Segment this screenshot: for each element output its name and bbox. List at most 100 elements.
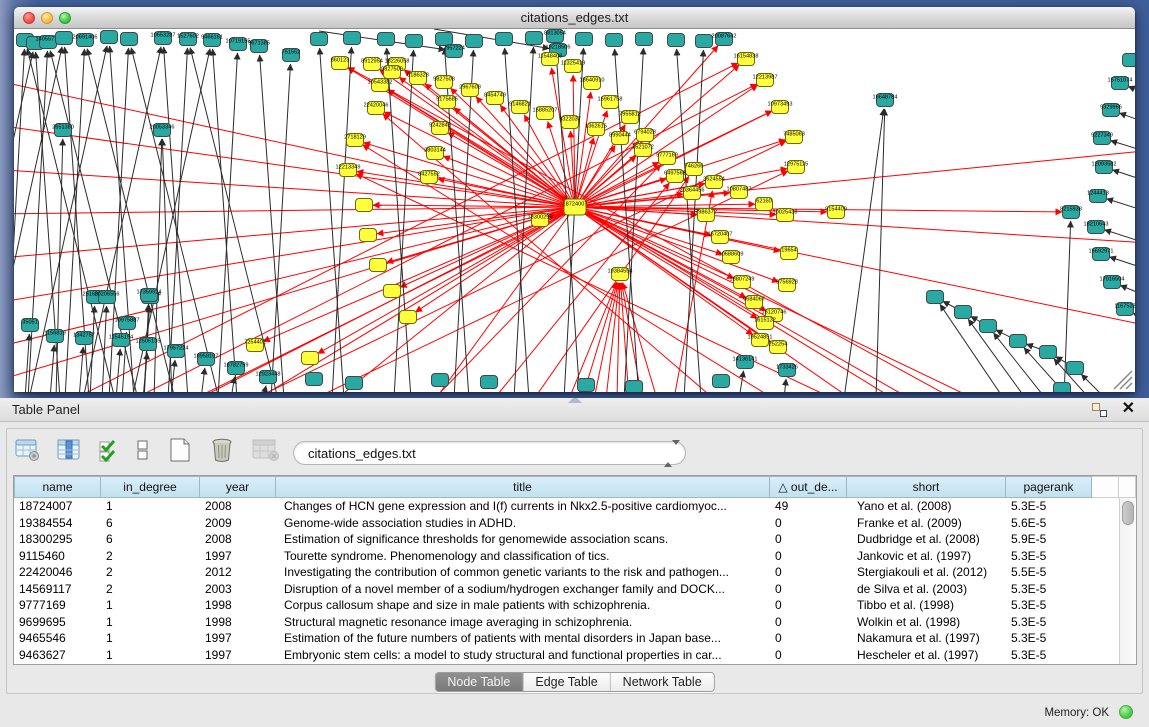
graph-node[interactable]: 1167533 — [1114, 303, 1135, 316]
graph-node[interactable]: 19654 — [781, 247, 798, 260]
show-columns-icon[interactable] — [57, 438, 81, 462]
table-cell[interactable]: Franke et al. (2009) — [847, 515, 1006, 532]
graph-node[interactable]: 9777169 — [656, 152, 678, 165]
graph-node[interactable]: 860123 — [331, 57, 350, 70]
graph-node[interactable]: 8215938 — [1060, 206, 1082, 219]
table-cell[interactable]: 2 — [101, 548, 200, 565]
graph-node[interactable]: 10973493 — [768, 101, 793, 114]
graph-node[interactable]: 9175685 — [436, 96, 458, 109]
import-table-icon[interactable] — [252, 438, 280, 462]
table-mode-icon[interactable] — [15, 438, 41, 462]
window-titlebar[interactable]: citations_edges.txt — [14, 7, 1135, 29]
table-cell[interactable]: 0 — [770, 548, 847, 565]
table-row[interactable]: 911546021997Tourette syndrome. Phenomeno… — [14, 548, 1119, 565]
table-cell[interactable]: Tibbo et al. (1998) — [847, 597, 1006, 614]
table-vertical-scrollbar[interactable] — [1119, 498, 1136, 664]
table-cell[interactable]: Changes of HCN gene expression and I(f) … — [276, 498, 770, 515]
graph-node[interactable]: 10719155 — [226, 38, 251, 51]
graph-node[interactable] — [346, 377, 363, 390]
graph-node[interactable] — [436, 33, 453, 46]
table-cell[interactable]: Stergiakouli et al. (2012) — [847, 564, 1006, 581]
graph-node[interactable] — [302, 352, 319, 365]
graph-node[interactable] — [1040, 346, 1057, 359]
graph-node[interactable]: 9154409 — [825, 206, 847, 219]
table-cell[interactable]: 49 — [770, 498, 847, 515]
close-panel-icon[interactable]: ✕ — [1122, 400, 1135, 418]
graph-node[interactable]: 1244413 — [1087, 190, 1109, 203]
graph-node[interactable]: 7957224 — [443, 45, 465, 58]
table-cell[interactable]: Estimation of the future numbers of pati… — [276, 630, 770, 647]
graph-node[interactable]: 17359924 — [137, 289, 162, 302]
graph-node[interactable]: 12093582 — [1092, 161, 1117, 174]
graph-node[interactable] — [101, 31, 118, 44]
table-cell[interactable]: 0 — [770, 647, 847, 664]
table-row[interactable]: 1830029562008Estimation of significance … — [14, 531, 1119, 548]
graph-node[interactable] — [606, 34, 623, 47]
graph-node[interactable]: 9146821 — [509, 101, 531, 114]
table-cell[interactable]: 9465546 — [14, 630, 101, 647]
graph-node[interactable]: 1156819 — [44, 330, 65, 343]
graph-node[interactable]: 2718129 — [344, 134, 366, 147]
graph-node[interactable]: 10688609 — [719, 251, 744, 264]
table-panel-header[interactable]: Table Panel ✕ — [0, 398, 1149, 422]
graph-node[interactable] — [696, 35, 713, 48]
table-cell[interactable]: 0 — [770, 581, 847, 598]
table-cell[interactable]: 18300295 — [14, 531, 101, 548]
table-cell[interactable]: 0 — [770, 515, 847, 532]
table-cell[interactable]: Corpus callosum shape and size in male p… — [276, 597, 770, 614]
table-cell[interactable]: Disruption of a novel member of a sodium… — [276, 581, 770, 598]
graph-node[interactable] — [1010, 335, 1027, 348]
graph-node[interactable] — [980, 320, 997, 333]
graph-node[interactable]: 16961758 — [598, 96, 623, 109]
table-cell[interactable]: 1 — [101, 597, 200, 614]
table-cell[interactable]: 1 — [101, 498, 200, 515]
graph-node[interactable]: 12505135 — [136, 338, 161, 351]
graph-node[interactable]: 12213349 — [336, 164, 361, 177]
table-row[interactable]: 946362711997Embryonic stem cells: a mode… — [14, 647, 1119, 664]
table-cell[interactable]: 0 — [770, 531, 847, 548]
graph-node[interactable] — [370, 259, 387, 272]
graph-node[interactable]: 10543382 — [368, 79, 393, 92]
graph-node[interactable]: 11325419 — [561, 60, 585, 73]
graph-node[interactable]: 9684067 — [743, 296, 765, 309]
graph-node[interactable] — [668, 34, 685, 47]
table-cell[interactable]: Wolkin et al. (1998) — [847, 614, 1006, 631]
table-cell[interactable]: 5.6E-5 — [1006, 515, 1092, 532]
graph-node[interactable] — [400, 311, 417, 324]
graph-node[interactable]: 18640910 — [580, 77, 605, 90]
tab-node-table[interactable]: Node Table — [435, 673, 523, 691]
table-row[interactable]: 969969511998Structural magnetic resonanc… — [14, 614, 1119, 631]
network-view-window[interactable]: citations_edges.txt 14055717206914061065… — [14, 7, 1135, 392]
table-cell[interactable]: 2 — [101, 564, 200, 581]
memory-status-indicator[interactable] — [1119, 705, 1133, 719]
table-cell[interactable]: 1997 — [200, 630, 276, 647]
graph-node[interactable]: 8813054 — [544, 30, 566, 43]
graph-node[interactable]: 1527602 — [177, 33, 199, 46]
table-cell[interactable]: 5.3E-5 — [1006, 647, 1092, 664]
table-cell[interactable]: Nakamura et al. (1997) — [847, 630, 1006, 647]
graph-node[interactable]: 7986372 — [695, 209, 717, 222]
table-cell[interactable]: Investigating the contribution of common… — [276, 564, 770, 581]
table-cell[interactable]: 18724007 — [14, 498, 101, 515]
graph-node[interactable]: 35051 — [22, 319, 39, 332]
table-cell[interactable]: 2008 — [200, 498, 276, 515]
graph-node[interactable]: 17957224 — [164, 345, 189, 358]
table-cell[interactable]: 14569117 — [14, 581, 101, 598]
table-cell[interactable]: 6 — [101, 515, 200, 532]
graph-node[interactable] — [626, 381, 643, 393]
column-header-in-degree[interactable]: in_degree — [101, 476, 200, 498]
graph-node[interactable]: 7955812 — [619, 111, 641, 124]
table-row[interactable]: 946554611997Estimation of the future num… — [14, 630, 1119, 647]
graph-node[interactable]: 19384554 — [608, 268, 633, 281]
graph-node[interactable]: 1733426 — [776, 364, 798, 377]
table-cell[interactable]: 5.3E-5 — [1006, 614, 1092, 631]
column-header-short[interactable]: short — [847, 476, 1006, 498]
table-row[interactable]: 977716911998Corpus callosum shape and si… — [14, 597, 1119, 614]
graph-node[interactable]: 8912954 — [361, 58, 383, 71]
graph-node[interactable]: 10975887 — [115, 317, 140, 330]
graph-node[interactable]: 9329966 — [1100, 104, 1122, 117]
table-cell[interactable]: 9777169 — [14, 597, 101, 614]
table-cell[interactable]: 2003 — [200, 581, 276, 598]
graph-node[interactable]: 18807249 — [730, 276, 755, 289]
table-cell[interactable]: 6 — [101, 531, 200, 548]
